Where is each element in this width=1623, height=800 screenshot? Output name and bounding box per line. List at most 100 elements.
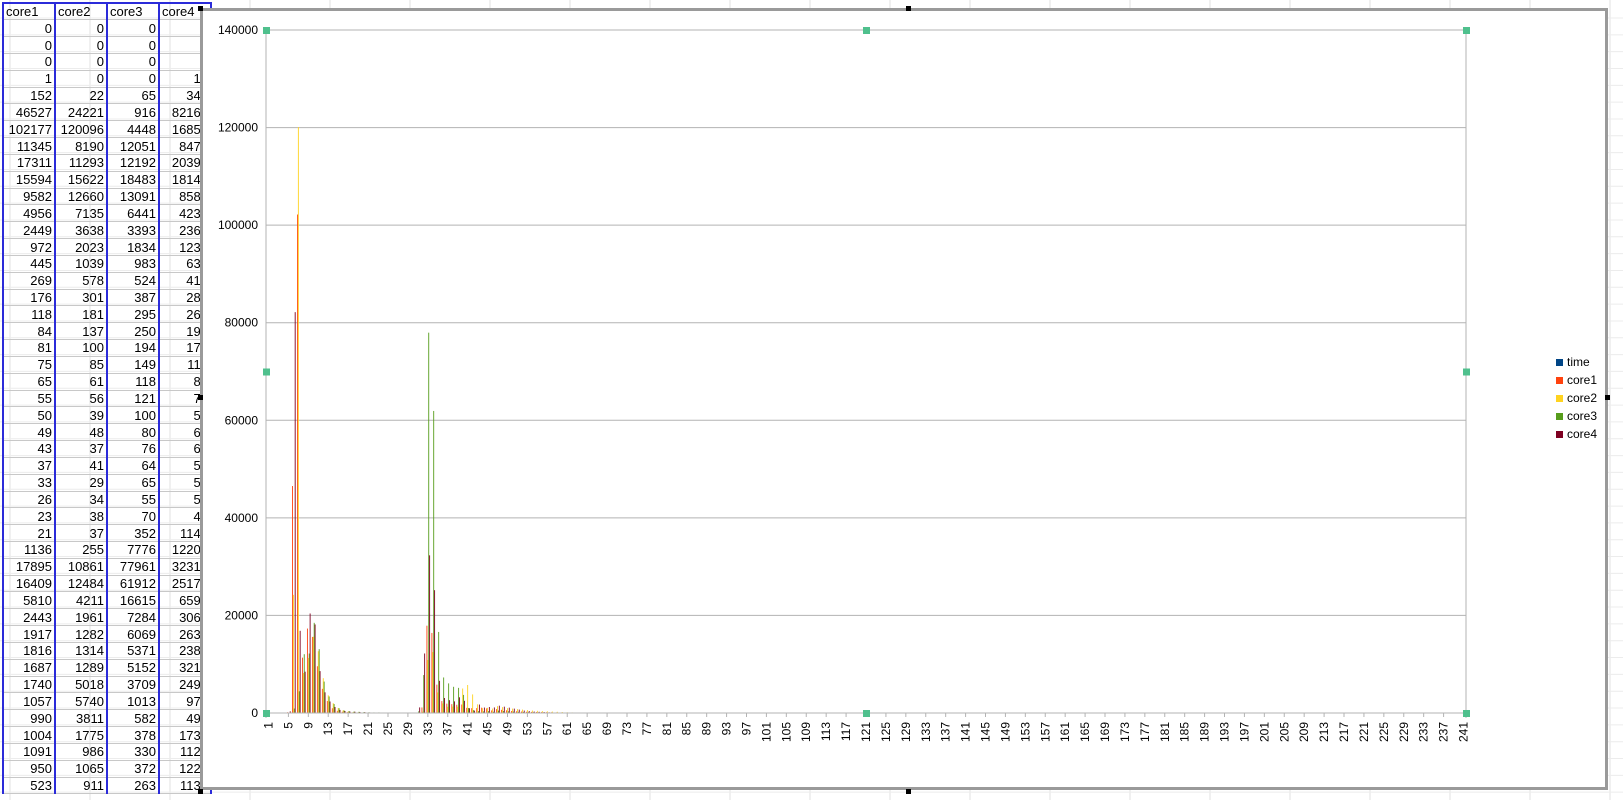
x-tick-label: 161 bbox=[1058, 722, 1072, 742]
x-tick-label: 57 bbox=[540, 722, 554, 736]
x-tick-label: 41 bbox=[461, 722, 475, 736]
bar-core1 bbox=[466, 707, 468, 713]
bar-core1 bbox=[306, 628, 308, 713]
bar-core4 bbox=[429, 555, 431, 713]
legend-swatch bbox=[1556, 394, 1563, 402]
x-tick-label: 85 bbox=[680, 722, 694, 736]
y-tick-label: 100000 bbox=[218, 218, 258, 232]
x-tick-label: 129 bbox=[899, 722, 913, 742]
bar-core4 bbox=[444, 698, 446, 713]
x-tick-label: 61 bbox=[560, 722, 574, 736]
x-tick-label: 165 bbox=[1078, 722, 1092, 742]
x-tick-label: 105 bbox=[779, 722, 793, 742]
x-tick-label: 153 bbox=[1018, 722, 1032, 742]
bar-core4 bbox=[454, 701, 455, 713]
bar-core4 bbox=[419, 707, 421, 713]
plot-area-handle[interactable] bbox=[1463, 27, 1470, 34]
bar-core2 bbox=[521, 709, 523, 713]
legend-label: core1 bbox=[1567, 373, 1598, 387]
plot-area-handle[interactable] bbox=[863, 27, 870, 34]
legend-label: core4 bbox=[1567, 427, 1598, 441]
x-tick-label: 233 bbox=[1417, 722, 1431, 742]
bar-core4 bbox=[503, 706, 505, 713]
bar-core2 bbox=[467, 684, 469, 713]
bar-core2 bbox=[462, 688, 464, 713]
x-tick-label: 193 bbox=[1218, 722, 1232, 742]
x-tick-label: 133 bbox=[919, 722, 933, 742]
bar-core1 bbox=[316, 666, 318, 713]
x-tick-label: 77 bbox=[640, 722, 654, 736]
x-tick-label: 93 bbox=[720, 722, 734, 736]
x-tick-label: 117 bbox=[839, 722, 853, 741]
bar-core2 bbox=[337, 707, 339, 713]
bar-core2 bbox=[317, 651, 319, 713]
bar-core3 bbox=[438, 631, 440, 713]
x-tick-label: 237 bbox=[1437, 722, 1451, 742]
bar-core1 bbox=[421, 707, 423, 713]
x-tick-label: 225 bbox=[1377, 722, 1391, 742]
bar-core4 bbox=[294, 312, 296, 713]
x-tick-label: 141 bbox=[959, 722, 973, 742]
plot-area-handle[interactable] bbox=[263, 27, 270, 34]
x-tick-label: 5 bbox=[281, 722, 295, 729]
plot-area-handle[interactable] bbox=[1463, 368, 1470, 376]
bar-core1 bbox=[486, 708, 488, 713]
bar-core1 bbox=[481, 707, 483, 713]
bar-core2 bbox=[507, 708, 508, 713]
bar-core4 bbox=[483, 707, 485, 713]
bar-core3 bbox=[428, 332, 430, 713]
bar-core2 bbox=[437, 692, 439, 713]
bar-core1 bbox=[331, 708, 333, 713]
bar-core4 bbox=[478, 704, 480, 713]
bar-core1 bbox=[311, 636, 313, 713]
x-tick-label: 49 bbox=[500, 722, 514, 736]
x-tick-label: 81 bbox=[660, 722, 674, 736]
x-tick-label: 145 bbox=[979, 722, 993, 742]
x-tick-label: 97 bbox=[739, 722, 753, 736]
bar-core4 bbox=[304, 671, 306, 713]
x-tick-label: 13 bbox=[321, 722, 335, 736]
bar-core4 bbox=[449, 700, 450, 713]
bar-core1 bbox=[476, 708, 478, 713]
x-tick-label: 21 bbox=[361, 722, 375, 736]
plot-area-handle[interactable] bbox=[863, 710, 870, 717]
bar-core2 bbox=[497, 706, 498, 713]
x-tick-label: 89 bbox=[700, 722, 714, 736]
x-tick-label: 69 bbox=[600, 722, 614, 736]
legend-swatch bbox=[1556, 430, 1563, 438]
bar-core4 bbox=[309, 613, 311, 713]
bar-core4 bbox=[464, 700, 465, 713]
x-tick-label: 173 bbox=[1118, 722, 1132, 742]
plot-area-handle[interactable] bbox=[1463, 710, 1470, 717]
bar-core4 bbox=[508, 707, 510, 713]
x-tick-label: 229 bbox=[1397, 722, 1411, 742]
bar-core3 bbox=[458, 687, 460, 713]
plot-area-handle[interactable] bbox=[263, 368, 270, 376]
bar-core4 bbox=[498, 705, 500, 713]
x-tick-label: 17 bbox=[341, 722, 355, 736]
bar-core2 bbox=[512, 708, 513, 713]
bar-core3 bbox=[443, 677, 445, 713]
legend-item-time: time bbox=[1556, 353, 1597, 371]
x-tick-label: 137 bbox=[939, 722, 953, 742]
bar-core1 bbox=[302, 657, 303, 713]
bar-core3 bbox=[318, 649, 320, 713]
x-tick-label: 185 bbox=[1178, 722, 1192, 742]
bar-core1 bbox=[441, 701, 443, 713]
bar-core2 bbox=[447, 706, 449, 713]
bar-core3 bbox=[463, 694, 465, 713]
legend-item-core3: core3 bbox=[1556, 407, 1597, 425]
bar-core3 bbox=[448, 683, 450, 713]
plot-area-handle[interactable] bbox=[263, 710, 270, 717]
y-tick-label: 20000 bbox=[225, 608, 259, 622]
bar-chart: 0 20000 40000 60000 80000 100000 120000 140000 1… bbox=[218, 23, 1471, 742]
bar-core2 bbox=[472, 694, 474, 713]
bar-core1 bbox=[496, 709, 498, 713]
bar-core4 bbox=[513, 708, 515, 713]
bar-core4 bbox=[518, 709, 520, 713]
bar-core2 bbox=[477, 704, 479, 713]
x-tick-label: 189 bbox=[1198, 722, 1212, 742]
bar-core4 bbox=[334, 706, 336, 713]
y-tick-label: 40000 bbox=[225, 511, 259, 525]
bar-core2 bbox=[482, 708, 484, 713]
